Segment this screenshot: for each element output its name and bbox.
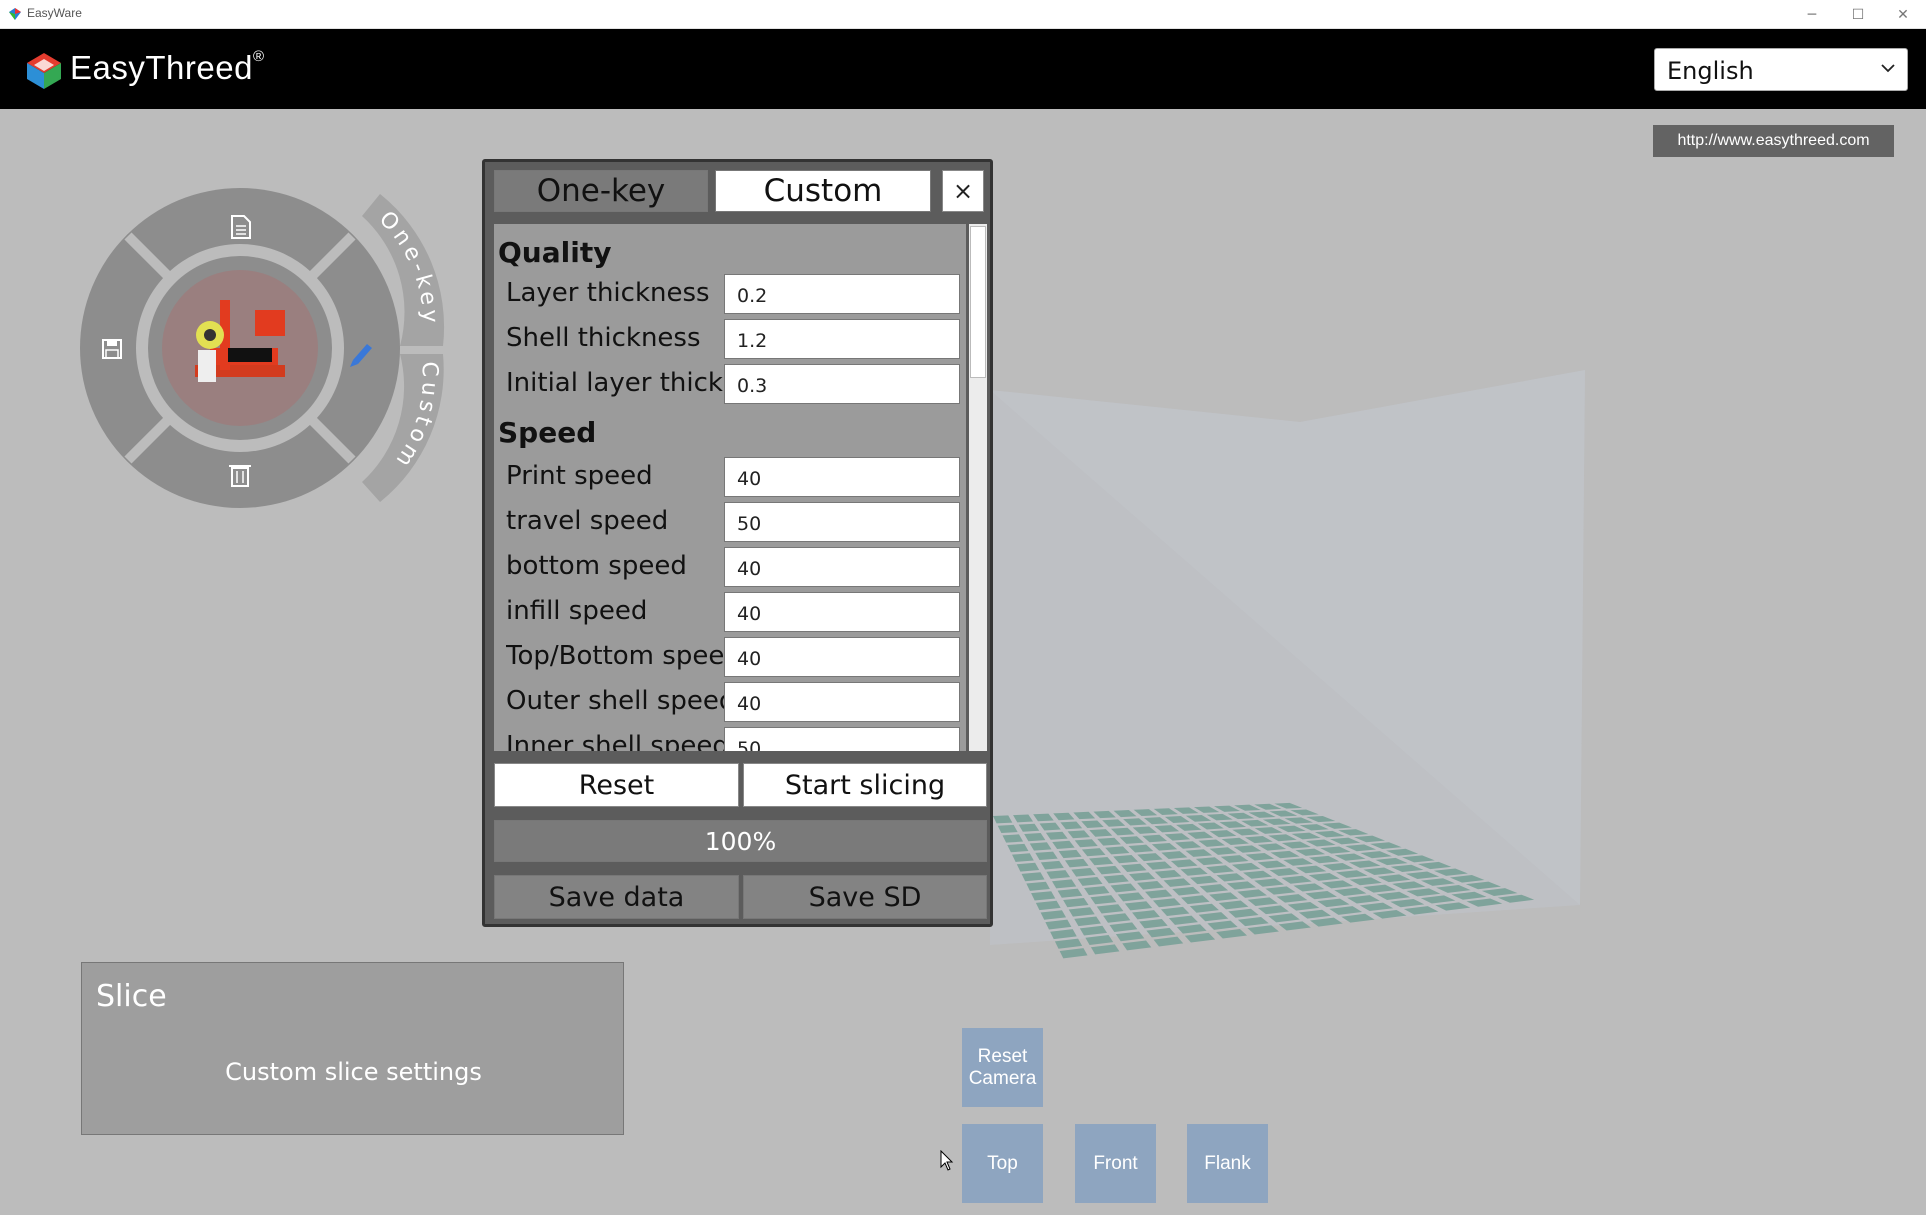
build-plate-tile: [1090, 944, 1120, 955]
infill-speed-label: infill speed: [506, 596, 648, 626]
section-speed-title: Speed: [498, 416, 597, 449]
settings-list[interactable]: Quality Layer thickness 0.2 Shell thickn…: [494, 224, 966, 751]
maximize-button[interactable]: ☐: [1835, 0, 1881, 29]
inner-shell-speed-label: Inner shell speed: [506, 731, 724, 751]
build-plate-tile: [1184, 932, 1216, 943]
mouse-cursor-icon: [940, 1150, 954, 1171]
settings-scrollbar[interactable]: [969, 224, 987, 751]
brand-name: EasyThreed®: [70, 48, 265, 87]
radial-menu: One-key Custom: [80, 188, 445, 508]
scrollbar-thumb[interactable]: [970, 226, 986, 378]
print-speed-input[interactable]: 40: [724, 457, 960, 497]
build-plate-tile: [1216, 929, 1248, 939]
registered-mark: ®: [252, 48, 265, 65]
app-icon: [9, 8, 21, 20]
build-plate-tile: [1122, 940, 1152, 951]
tab-custom[interactable]: Custom: [715, 170, 931, 212]
app-header: EasyThreed® English: [0, 29, 1926, 109]
slice-card-title: Slice: [96, 979, 167, 1014]
travel-speed-label: travel speed: [506, 506, 669, 536]
bottom-speed-label: bottom speed: [506, 551, 687, 581]
infill-speed-input[interactable]: 40: [724, 592, 960, 632]
minimize-button[interactable]: ─: [1789, 0, 1835, 29]
chevron-down-icon: [1881, 64, 1895, 73]
layer-thickness-input[interactable]: 0.2: [724, 274, 960, 314]
logo-icon: [27, 53, 61, 89]
reset-camera-button[interactable]: Reset Camera: [962, 1028, 1043, 1107]
panel-close-button[interactable]: ×: [942, 170, 984, 212]
section-quality-title: Quality: [498, 236, 612, 269]
language-select[interactable]: English: [1654, 48, 1908, 91]
flank-view-button[interactable]: Flank: [1187, 1124, 1268, 1203]
window-titlebar: EasyWare ─ ☐ ✕: [0, 0, 1926, 29]
brand-text: EasyThreed: [70, 49, 253, 86]
initial-layer-thickness-input[interactable]: 0.3: [724, 364, 960, 404]
start-slicing-button[interactable]: Start slicing: [743, 763, 987, 807]
build-plate-tile: [1059, 948, 1088, 959]
slice-info-card: Slice Custom slice settings: [81, 962, 624, 1135]
window-close-button[interactable]: ✕: [1880, 0, 1926, 29]
front-view-button[interactable]: Front: [1075, 1124, 1156, 1203]
outer-shell-speed-label: Outer shell speed: [506, 686, 724, 716]
window-title: EasyWare: [27, 6, 82, 20]
top-bottom-speed-input[interactable]: 40: [724, 637, 960, 677]
slice-settings-panel: One-key Custom × Quality Layer thickness…: [482, 159, 993, 927]
slice-progress: 100%: [494, 820, 987, 862]
inner-shell-speed-input[interactable]: 50: [724, 727, 960, 751]
reset-button[interactable]: Reset: [494, 763, 739, 807]
tab-one-key[interactable]: One-key: [494, 170, 708, 212]
print-speed-label: Print speed: [506, 461, 653, 491]
top-view-button[interactable]: Top: [962, 1124, 1043, 1203]
shell-thickness-label: Shell thickness: [506, 323, 701, 353]
save-sd-button[interactable]: Save SD: [743, 875, 987, 919]
language-value: English: [1667, 57, 1754, 85]
travel-speed-input[interactable]: 50: [724, 502, 960, 542]
top-bottom-speed-label: Top/Bottom spee: [506, 641, 724, 671]
website-link[interactable]: http://www.easythreed.com: [1653, 125, 1894, 157]
build-plate-viewport[interactable]: [980, 360, 1600, 980]
bottom-speed-input[interactable]: 40: [724, 547, 960, 587]
save-data-button[interactable]: Save data: [494, 875, 739, 919]
build-plate-tile: [1153, 936, 1184, 947]
build-plate-tile: [1016, 862, 1040, 872]
initial-layer-thickness-label: Initial layer thickn: [506, 368, 724, 398]
slice-card-description: Custom slice settings: [225, 1058, 482, 1086]
layer-thickness-label: Layer thickness: [506, 278, 710, 308]
shell-thickness-input[interactable]: 1.2: [724, 319, 960, 359]
outer-shell-speed-input[interactable]: 40: [724, 682, 960, 722]
